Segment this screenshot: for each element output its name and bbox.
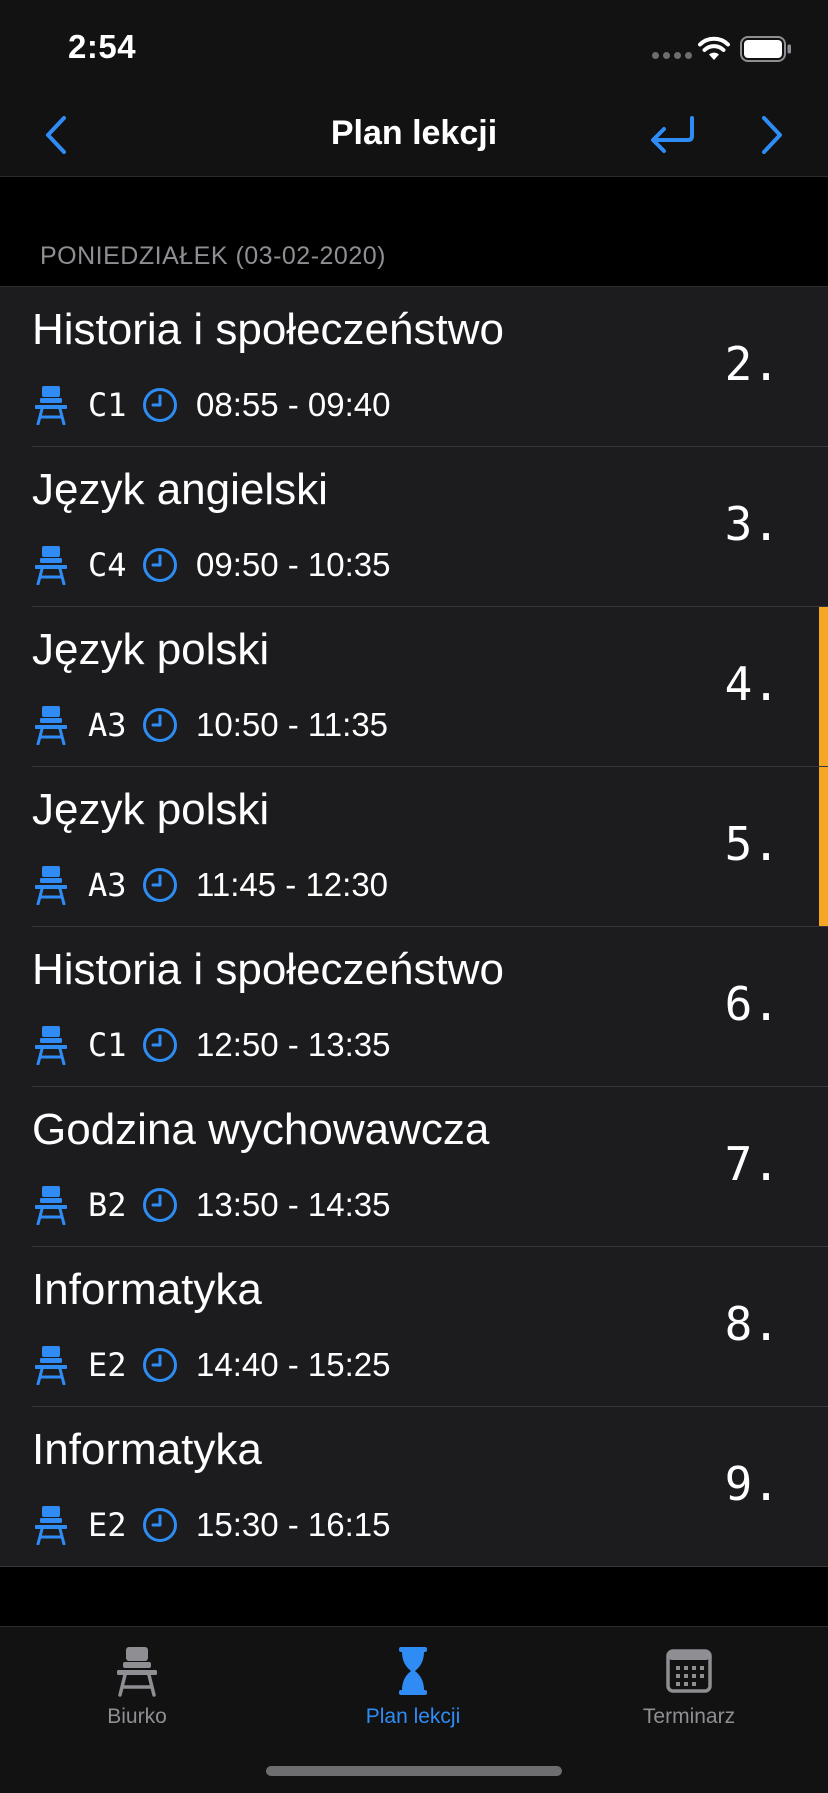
lesson-subject: Język polski [32, 625, 270, 674]
lesson-number: 4. [724, 657, 780, 711]
status-time: 2:54 [68, 28, 137, 65]
navigation-bar: Plan lekcji [0, 100, 828, 177]
lesson-time: 08:55 - 09:40 [196, 386, 391, 423]
lesson-row[interactable]: Informatyka E2 15:30 - 16:15 9. [0, 1407, 828, 1567]
lesson-row[interactable]: Historia i społeczeństwo C1 08:55 - 09:4… [0, 287, 828, 447]
desk-icon [35, 1186, 67, 1225]
lesson-meta: A3 10:50 - 11:35 [34, 703, 388, 747]
calendar-icon [666, 1649, 712, 1693]
lesson-number: 9. [724, 1457, 780, 1511]
lesson-room: E2 [88, 1346, 127, 1384]
desk-icon [35, 706, 67, 745]
clock-icon [143, 388, 177, 422]
clock-icon [143, 1028, 177, 1062]
lesson-room: C4 [88, 546, 127, 584]
clock-icon [143, 1348, 177, 1382]
clock-icon [143, 868, 177, 902]
lesson-list: Historia i społeczeństwo C1 08:55 - 09:4… [0, 286, 828, 1567]
wifi-icon [698, 36, 730, 60]
lesson-subject: Język angielski [32, 465, 328, 514]
clock-icon [143, 1508, 177, 1542]
lesson-room: C1 [88, 386, 127, 424]
desk-icon [35, 1506, 67, 1545]
lesson-meta: C1 12:50 - 13:35 [34, 1023, 391, 1067]
current-lesson-marker [819, 767, 828, 927]
desk-icon [35, 1026, 67, 1065]
clock-icon [143, 1188, 177, 1222]
hourglass-icon [399, 1647, 427, 1695]
lesson-subject: Historia i społeczeństwo [32, 305, 504, 354]
tab-label: Plan lekcji [365, 1705, 461, 1728]
lesson-row[interactable]: Informatyka E2 14:40 - 15:25 8. [0, 1247, 828, 1407]
lesson-row[interactable]: Język angielski C4 09:50 - 10:35 3. [0, 447, 828, 607]
lesson-meta: A3 11:45 - 12:30 [34, 863, 388, 907]
tab-terminarz[interactable]: Terminarz [589, 1645, 789, 1729]
cellular-signal-icon [652, 52, 692, 59]
lesson-meta: B2 13:50 - 14:35 [34, 1183, 391, 1227]
lesson-room: E2 [88, 1506, 127, 1544]
lesson-time: 15:30 - 16:15 [196, 1506, 391, 1543]
lesson-time: 14:40 - 15:25 [196, 1346, 391, 1383]
clock-icon [143, 708, 177, 742]
lesson-room: A3 [88, 866, 127, 904]
desk-icon [117, 1647, 157, 1697]
lesson-subject: Historia i społeczeństwo [32, 945, 504, 994]
lesson-row[interactable]: Język polski A3 11:45 - 12:30 5. [0, 767, 828, 927]
tab-plan-lekcji[interactable]: Plan lekcji [313, 1645, 513, 1729]
desk-icon [35, 866, 67, 905]
lesson-row[interactable]: Historia i społeczeństwo C1 12:50 - 13:3… [0, 927, 828, 1087]
tab-biurko[interactable]: Biurko [37, 1645, 237, 1729]
lesson-number: 7. [724, 1137, 780, 1191]
lesson-subject: Godzina wychowawcza [32, 1105, 490, 1154]
status-bar: 2:54 [0, 0, 828, 100]
lesson-subject: Informatyka [32, 1425, 262, 1474]
return-arrow-icon[interactable] [646, 108, 698, 158]
lesson-meta: E2 15:30 - 16:15 [34, 1503, 391, 1547]
battery-icon [740, 36, 791, 62]
section-header-date: PONIEDZIAŁEK (03-02-2020) [40, 242, 386, 270]
lesson-meta: E2 14:40 - 15:25 [34, 1343, 391, 1387]
lesson-number: 8. [724, 1297, 780, 1351]
chevron-right-icon[interactable] [752, 110, 792, 160]
lesson-number: 6. [724, 977, 780, 1031]
lesson-time: 09:50 - 10:35 [196, 546, 391, 583]
lesson-room: C1 [88, 1026, 127, 1064]
desk-icon [35, 1346, 67, 1385]
tab-label: Terminarz [642, 1705, 736, 1728]
lesson-subject: Język polski [32, 785, 270, 834]
lesson-time: 10:50 - 11:35 [196, 706, 389, 743]
clock-icon [143, 548, 177, 582]
lesson-row[interactable]: Język polski A3 10:50 - 11:35 4. [0, 607, 828, 767]
page-title: Plan lekcji [330, 114, 498, 152]
lesson-meta: C4 09:50 - 10:35 [34, 543, 391, 587]
lesson-room: A3 [88, 706, 127, 744]
home-indicator [266, 1766, 562, 1776]
lesson-number: 2. [724, 337, 780, 391]
lesson-subject: Informatyka [32, 1265, 262, 1314]
lesson-number: 5. [724, 817, 780, 871]
lesson-row[interactable]: Godzina wychowawcza B2 13:50 - 14:35 7. [0, 1087, 828, 1247]
lesson-time: 13:50 - 14:35 [196, 1186, 391, 1223]
lesson-time: 11:45 - 12:30 [196, 866, 389, 903]
lesson-number: 3. [724, 497, 780, 551]
lesson-time: 12:50 - 13:35 [196, 1026, 391, 1063]
tab-label: Biurko [107, 1705, 167, 1728]
current-lesson-marker [819, 607, 828, 767]
lesson-meta: C1 08:55 - 09:40 [34, 383, 391, 427]
desk-icon [35, 546, 67, 585]
lesson-room: B2 [88, 1186, 127, 1224]
desk-icon [35, 386, 67, 425]
